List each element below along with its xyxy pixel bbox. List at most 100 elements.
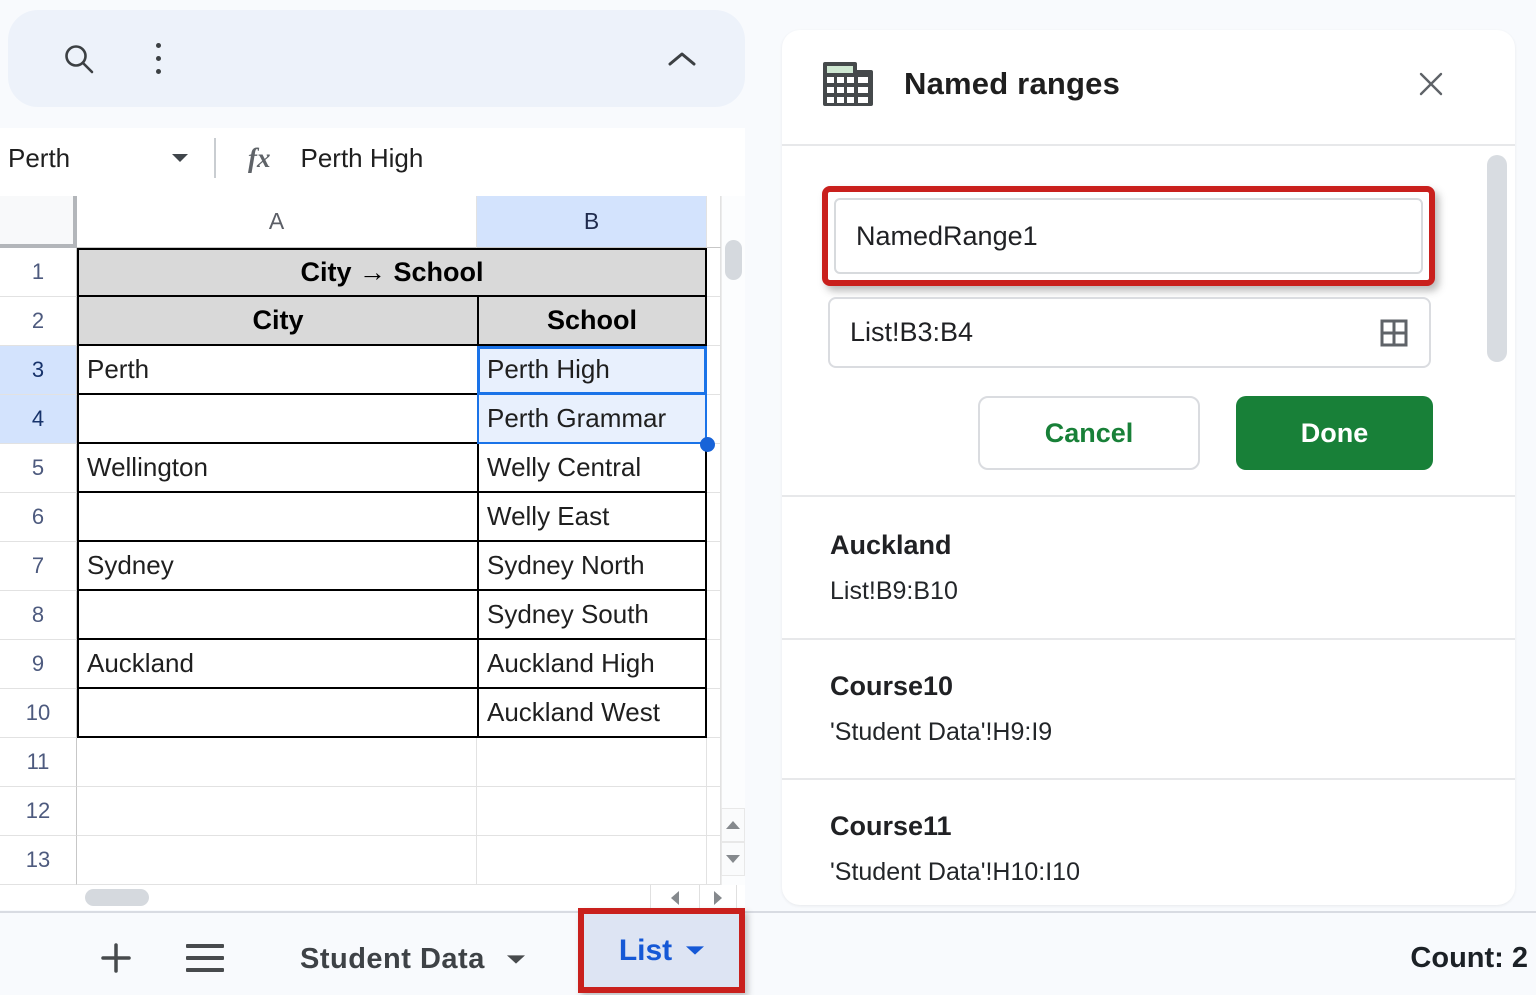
grid-row-8: 8 Sydney South bbox=[0, 591, 745, 640]
grid-row-7: 7 Sydney Sydney North bbox=[0, 542, 745, 591]
named-ranges-panel: Named ranges NamedRange1 List!B3:B4 Canc… bbox=[782, 30, 1515, 905]
horizontal-scrollbar-thumb[interactable] bbox=[85, 889, 149, 906]
scroll-up-button[interactable] bbox=[721, 808, 745, 842]
cell-a11[interactable] bbox=[77, 738, 477, 787]
cell-a4[interactable] bbox=[77, 395, 477, 444]
tab-list-annotated[interactable]: List bbox=[578, 908, 745, 993]
scroll-down-button[interactable] bbox=[721, 842, 745, 876]
row-header-5[interactable]: 5 bbox=[0, 444, 77, 493]
tab-student-data-dropdown-icon[interactable] bbox=[507, 955, 525, 963]
row-header-6[interactable]: 6 bbox=[0, 493, 77, 542]
grid-sliver bbox=[707, 787, 721, 836]
cell-a1-merged-title[interactable]: City → School bbox=[77, 248, 707, 297]
panel-title: Named ranges bbox=[904, 66, 1120, 102]
row-header-10[interactable]: 10 bbox=[0, 689, 77, 738]
row-header-7[interactable]: 7 bbox=[0, 542, 77, 591]
named-range-reference: 'Student Data'!H9:I9 bbox=[830, 718, 1455, 747]
scroll-down-icon bbox=[726, 855, 740, 863]
vertical-scrollbar-thumb[interactable] bbox=[725, 240, 742, 280]
cell-b4-selected[interactable]: Perth Grammar bbox=[477, 395, 707, 444]
row-header-2[interactable]: 2 bbox=[0, 297, 77, 346]
range-name-input[interactable]: NamedRange1 bbox=[834, 198, 1423, 274]
cell-b10[interactable]: Auckland West bbox=[477, 689, 707, 738]
formula-bar-divider bbox=[214, 138, 216, 178]
scroll-up-icon bbox=[726, 821, 740, 829]
search-icon[interactable] bbox=[50, 10, 108, 107]
formula-bar-value[interactable]: Perth High bbox=[301, 143, 424, 174]
named-range-name: Auckland bbox=[830, 530, 1455, 561]
grid-sliver bbox=[707, 591, 721, 640]
name-box-value: Perth bbox=[8, 143, 70, 174]
named-range-reference: 'Student Data'!H10:I10 bbox=[830, 858, 1455, 887]
cell-b13[interactable] bbox=[477, 836, 707, 885]
grid-sliver bbox=[707, 493, 721, 542]
named-ranges-icon bbox=[822, 61, 874, 107]
cell-b7[interactable]: Sydney North bbox=[477, 542, 707, 591]
named-range-entry-auckland[interactable]: Auckland List!B9:B10 bbox=[830, 530, 1455, 606]
close-panel-button[interactable] bbox=[1411, 64, 1451, 104]
grid-row-12: 12 bbox=[0, 787, 745, 836]
panel-divider bbox=[782, 495, 1515, 497]
cell-a7[interactable]: Sydney bbox=[77, 542, 477, 591]
cell-b5[interactable]: Welly Central bbox=[477, 444, 707, 493]
column-headers: A B bbox=[0, 196, 745, 248]
cell-b9[interactable]: Auckland High bbox=[477, 640, 707, 689]
row-header-12[interactable]: 12 bbox=[0, 787, 77, 836]
cell-b11[interactable] bbox=[477, 738, 707, 787]
cell-a6[interactable] bbox=[77, 493, 477, 542]
quick-toolbar bbox=[8, 10, 745, 107]
cell-b6[interactable]: Welly East bbox=[477, 493, 707, 542]
row-header-11[interactable]: 11 bbox=[0, 738, 77, 787]
status-count[interactable]: Count: 2 bbox=[1300, 938, 1528, 978]
panel-divider bbox=[782, 638, 1515, 640]
scroll-left-button[interactable] bbox=[650, 885, 699, 910]
all-sheets-menu-icon[interactable] bbox=[186, 944, 224, 972]
select-data-range-icon[interactable] bbox=[1379, 318, 1409, 348]
row-header-4[interactable]: 4 bbox=[0, 395, 77, 444]
select-all-corner[interactable] bbox=[0, 196, 77, 248]
cell-a3[interactable]: Perth bbox=[77, 346, 477, 395]
tab-list-dropdown-icon[interactable] bbox=[686, 946, 704, 954]
cell-a2[interactable]: City bbox=[77, 297, 477, 346]
row-header-8[interactable]: 8 bbox=[0, 591, 77, 640]
cancel-button[interactable]: Cancel bbox=[978, 396, 1200, 470]
panel-scrollbar-thumb[interactable] bbox=[1487, 155, 1507, 362]
cell-a12[interactable] bbox=[77, 787, 477, 836]
cell-b3-active[interactable]: Perth High bbox=[477, 346, 707, 395]
row-header-3[interactable]: 3 bbox=[0, 346, 77, 395]
named-range-name: Course11 bbox=[830, 811, 1455, 842]
row-header-1[interactable]: 1 bbox=[0, 248, 77, 297]
row-header-9[interactable]: 9 bbox=[0, 640, 77, 689]
range-reference-input[interactable]: List!B3:B4 bbox=[828, 297, 1431, 368]
grid-sliver bbox=[707, 836, 721, 885]
cell-b2[interactable]: School bbox=[477, 297, 707, 346]
cell-a10[interactable] bbox=[77, 689, 477, 738]
cell-a9[interactable]: Auckland bbox=[77, 640, 477, 689]
name-box[interactable]: Perth bbox=[0, 143, 214, 174]
cell-a8[interactable] bbox=[77, 591, 477, 640]
cell-a13[interactable] bbox=[77, 836, 477, 885]
tab-student-data[interactable]: Student Data bbox=[300, 936, 525, 982]
done-button[interactable]: Done bbox=[1236, 396, 1433, 470]
grid-sliver bbox=[707, 248, 721, 297]
cell-a5[interactable]: Wellington bbox=[77, 444, 477, 493]
more-options-icon[interactable] bbox=[134, 10, 182, 107]
grid-sliver bbox=[707, 346, 721, 395]
column-header-b[interactable]: B bbox=[477, 196, 707, 248]
cell-b8[interactable]: Sydney South bbox=[477, 591, 707, 640]
row-header-13[interactable]: 13 bbox=[0, 836, 77, 885]
grid-sliver bbox=[707, 640, 721, 689]
column-header-a[interactable]: A bbox=[77, 196, 477, 248]
name-box-dropdown-icon[interactable] bbox=[172, 154, 188, 162]
collapse-toolbar-icon[interactable] bbox=[657, 10, 707, 107]
fill-handle[interactable] bbox=[700, 437, 715, 452]
named-range-reference: List!B9:B10 bbox=[830, 577, 1455, 606]
scroll-right-button[interactable] bbox=[699, 885, 737, 910]
grid-row-1: 1 City → School bbox=[0, 248, 745, 297]
named-range-entry-course11[interactable]: Course11 'Student Data'!H10:I10 bbox=[830, 811, 1455, 887]
vertical-scrollbar-track[interactable] bbox=[721, 196, 745, 910]
cell-b12[interactable] bbox=[477, 787, 707, 836]
add-sheet-button[interactable] bbox=[96, 938, 136, 978]
grid-row-6: 6 Welly East bbox=[0, 493, 745, 542]
named-range-entry-course10[interactable]: Course10 'Student Data'!H9:I9 bbox=[830, 671, 1455, 747]
